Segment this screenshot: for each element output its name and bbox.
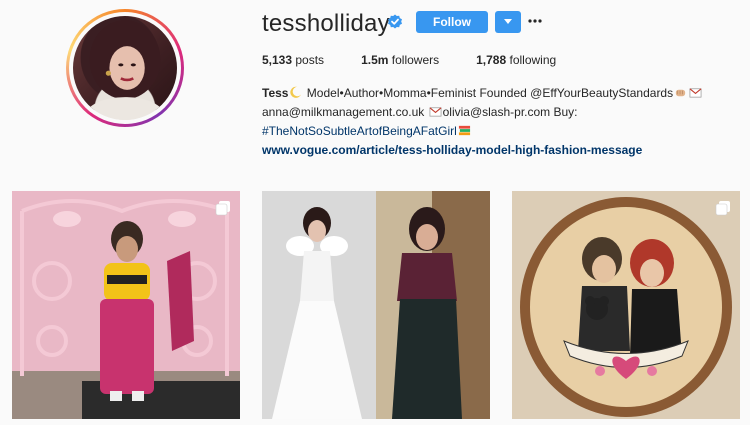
fist-emoji-icon: [675, 89, 686, 97]
post-image-pink-gate: [12, 191, 240, 419]
username: tessholliday: [262, 10, 390, 37]
books-emoji-icon: [458, 125, 470, 136]
bio-email2: olivia@slash-pr.com Buy:: [442, 105, 578, 119]
bio-email1: anna@milkmanagement.co.uk: [262, 105, 428, 119]
post-thumbnail[interactable]: [512, 191, 740, 419]
bio-line1: Model•Author•Momma•Feminist Founded @Eff…: [303, 86, 674, 100]
post-thumbnail[interactable]: [12, 191, 240, 419]
avatar-portrait: [85, 20, 165, 120]
more-options-button[interactable]: [528, 10, 542, 28]
profile-stats: 5,133 posts 1.5m followers 1,788 followi…: [262, 53, 593, 67]
more-icon: [528, 19, 542, 23]
display-name: Tess: [262, 86, 289, 100]
followers-count[interactable]: 1.5m followers: [361, 53, 439, 67]
post-thumbnail[interactable]: [262, 191, 490, 419]
chevron-down-icon: [504, 19, 512, 24]
envelope-emoji-icon: [689, 88, 702, 98]
following-count[interactable]: 1,788 following: [476, 53, 556, 67]
envelope-emoji-icon: [429, 107, 442, 117]
posts-count: 5,133 posts: [262, 53, 325, 67]
follow-button[interactable]: Follow: [416, 11, 488, 33]
multiple-photos-icon: [215, 201, 230, 216]
suggestions-dropdown-button[interactable]: [495, 11, 521, 33]
moon-emoji-icon: [290, 86, 302, 98]
post-image-two-dresses: [262, 191, 490, 419]
bio-website-link[interactable]: www.vogue.com/article/tess-holliday-mode…: [262, 143, 642, 157]
profile-bio: Tess Model•Author•Momma•Feminist Founded…: [262, 84, 732, 160]
post-image-wood-slice-art: [512, 191, 740, 419]
multiple-photos-icon: [715, 201, 730, 216]
verified-badge-icon: [388, 14, 402, 29]
profile-avatar[interactable]: [66, 9, 184, 127]
avatar-photo: [73, 16, 177, 120]
bio-hashtag[interactable]: #TheNotSoSubtleArtofBeingAFatGirl: [262, 124, 457, 138]
